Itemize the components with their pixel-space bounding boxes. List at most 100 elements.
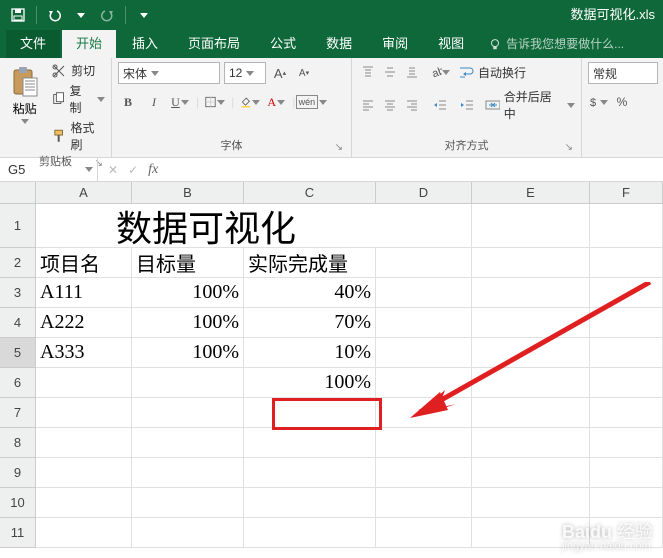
cell[interactable]: A111	[36, 278, 132, 308]
save-icon[interactable]	[8, 5, 28, 25]
cancel-icon[interactable]: ✕	[108, 163, 118, 177]
cell[interactable]	[472, 308, 590, 338]
bold-button[interactable]: B	[118, 92, 138, 112]
cell[interactable]	[376, 248, 472, 278]
cell[interactable]: 70%	[244, 308, 376, 338]
row-header[interactable]: 2	[0, 248, 36, 278]
tab-view[interactable]: 视图	[424, 27, 478, 58]
cell[interactable]	[132, 398, 244, 428]
phonetic-button[interactable]: wén	[301, 92, 321, 112]
font-color-button[interactable]: A	[266, 92, 286, 112]
cell[interactable]	[132, 368, 244, 398]
tab-layout[interactable]: 页面布局	[174, 27, 254, 58]
cell[interactable]	[244, 488, 376, 518]
align-center-icon[interactable]	[380, 95, 400, 115]
align-top-icon[interactable]	[358, 62, 378, 82]
cell[interactable]	[590, 398, 663, 428]
row-header[interactable]: 8	[0, 428, 36, 458]
cell[interactable]	[472, 458, 590, 488]
cell[interactable]: 实际完成量	[244, 248, 376, 278]
cell-title[interactable]: 数据可视化	[36, 204, 376, 248]
undo-icon[interactable]	[45, 5, 65, 25]
shrink-font-icon[interactable]: A▾	[294, 63, 314, 83]
cell[interactable]	[376, 204, 472, 248]
cell[interactable]: A222	[36, 308, 132, 338]
tab-data[interactable]: 数据	[312, 27, 366, 58]
cell[interactable]	[132, 518, 244, 548]
redo-icon[interactable]	[97, 5, 117, 25]
font-name-combo[interactable]: 宋体	[118, 62, 220, 84]
cell[interactable]: A333	[36, 338, 132, 368]
select-all-corner[interactable]	[0, 182, 36, 203]
paste-button[interactable]: 粘贴	[6, 62, 43, 124]
qat-customize-icon[interactable]	[134, 5, 154, 25]
fx-icon[interactable]: fx	[148, 162, 158, 178]
cell[interactable]	[472, 278, 590, 308]
cell[interactable]	[132, 458, 244, 488]
cell[interactable]	[590, 308, 663, 338]
cell[interactable]: 100%	[132, 338, 244, 368]
cell[interactable]	[376, 518, 472, 548]
cell[interactable]: 100%	[132, 278, 244, 308]
underline-button[interactable]: U	[170, 92, 190, 112]
currency-icon[interactable]: $	[588, 92, 608, 112]
italic-button[interactable]: I	[144, 92, 164, 112]
cell[interactable]	[590, 248, 663, 278]
col-header[interactable]: E	[472, 182, 590, 203]
cell[interactable]: 10%	[244, 338, 376, 368]
cell[interactable]	[472, 398, 590, 428]
number-format-combo[interactable]: 常规	[588, 62, 658, 84]
cell[interactable]	[472, 338, 590, 368]
enter-icon[interactable]: ✓	[128, 163, 138, 177]
merge-center-button[interactable]: 合并后居中	[485, 88, 576, 122]
cell[interactable]	[244, 458, 376, 488]
row-header[interactable]: 4	[0, 308, 36, 338]
font-size-combo[interactable]: 12	[224, 62, 266, 84]
cell[interactable]	[376, 368, 472, 398]
cell[interactable]	[244, 518, 376, 548]
align-right-icon[interactable]	[402, 95, 422, 115]
cell[interactable]	[472, 428, 590, 458]
cell[interactable]	[36, 368, 132, 398]
wrap-text-button[interactable]: 自动换行	[458, 64, 526, 81]
dialog-launcher-icon[interactable]: ↘	[335, 142, 343, 153]
cut-button[interactable]: 剪切	[51, 62, 105, 79]
align-middle-icon[interactable]	[380, 62, 400, 82]
name-box[interactable]: G5	[0, 158, 98, 181]
cell[interactable]	[590, 368, 663, 398]
cell[interactable]	[244, 428, 376, 458]
cell[interactable]	[472, 204, 590, 248]
cell[interactable]	[376, 278, 472, 308]
dialog-launcher-icon[interactable]: ↘	[565, 142, 573, 153]
cell[interactable]	[376, 488, 472, 518]
format-painter-button[interactable]: 格式刷	[51, 119, 105, 153]
fill-color-button[interactable]	[240, 92, 260, 112]
tab-file[interactable]: 文件	[6, 27, 60, 58]
row-header[interactable]: 9	[0, 458, 36, 488]
cell[interactable]	[132, 488, 244, 518]
cell[interactable]: 100%	[132, 308, 244, 338]
cell[interactable]	[590, 338, 663, 368]
cell[interactable]	[132, 428, 244, 458]
cell[interactable]	[590, 278, 663, 308]
cell[interactable]: 40%	[244, 278, 376, 308]
grow-font-icon[interactable]: A▴	[270, 63, 290, 83]
orientation-icon[interactable]: ab	[430, 62, 450, 82]
align-bottom-icon[interactable]	[402, 62, 422, 82]
cell[interactable]	[472, 248, 590, 278]
row-header[interactable]: 7	[0, 398, 36, 428]
increase-indent-icon[interactable]	[457, 95, 476, 115]
cell[interactable]	[590, 428, 663, 458]
cell[interactable]	[590, 488, 663, 518]
cell[interactable]	[376, 428, 472, 458]
decrease-indent-icon[interactable]	[430, 95, 449, 115]
cell[interactable]	[36, 488, 132, 518]
cell[interactable]	[590, 458, 663, 488]
col-header[interactable]: D	[376, 182, 472, 203]
tell-me[interactable]: 告诉我您想要做什么...	[480, 29, 632, 58]
cell[interactable]: 100%	[244, 368, 376, 398]
cell[interactable]	[376, 308, 472, 338]
row-header[interactable]: 1	[0, 204, 36, 248]
cell[interactable]	[472, 488, 590, 518]
cell[interactable]	[376, 338, 472, 368]
